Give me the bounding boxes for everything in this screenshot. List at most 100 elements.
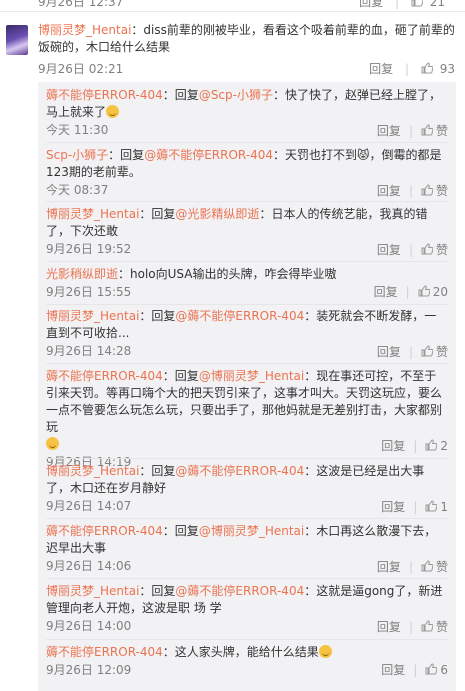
reply-prefix: ：回复 xyxy=(162,524,199,538)
thumbs-up-icon[interactable] xyxy=(418,285,430,297)
reply-text: Scp-小狮子：回复@薅不能停ERROR-404：天罚也打不到😾，倒霉的都是12… xyxy=(46,147,446,181)
thumbs-up-icon[interactable] xyxy=(425,663,438,675)
reply-mention[interactable]: @薅不能停ERROR-404 xyxy=(175,309,304,323)
thumbs-up-icon[interactable] xyxy=(421,184,433,196)
reply-text: 博丽灵梦_Hentai：回复@薅不能停ERROR-404：装死就会不断发酵，一直… xyxy=(46,308,446,342)
reply-mention[interactable]: @Scp-小狮子 xyxy=(199,88,273,102)
separator: | xyxy=(405,285,410,299)
reply-prefix: ：回复 xyxy=(162,369,199,383)
reply-actions: 回复 | 2 xyxy=(381,438,448,455)
separator: | xyxy=(413,663,418,677)
reply-item: 博丽灵梦_Hentai：回复@薅不能停ERROR-404：装死就会不断发酵，一直… xyxy=(46,308,448,360)
reply-button[interactable]: 回复 xyxy=(369,62,393,76)
reply-button[interactable]: 回复 xyxy=(377,243,401,257)
like-label[interactable]: 赞 xyxy=(436,243,448,257)
reply-button[interactable]: 回复 xyxy=(374,285,398,299)
separator: | xyxy=(395,0,400,9)
reply-prefix: ：回复 xyxy=(139,207,176,221)
reply-mention[interactable]: @薅不能停ERROR-404 xyxy=(175,464,304,478)
thumbs-up-icon[interactable] xyxy=(421,124,433,136)
like-count[interactable]: 1 xyxy=(440,500,448,514)
separator: | xyxy=(408,243,413,257)
comment-actions: 回复 | 21 xyxy=(359,0,445,10)
thumbs-up-icon[interactable] xyxy=(421,243,433,255)
thumbs-up-icon[interactable] xyxy=(421,560,433,572)
reply-actions: 回复 | 赞 xyxy=(377,619,448,636)
like-count[interactable]: 2 xyxy=(440,439,448,453)
like-count[interactable]: 20 xyxy=(433,285,448,299)
reply-username[interactable]: 博丽灵梦_Hentai xyxy=(46,309,139,323)
like-count[interactable]: 6 xyxy=(440,663,448,677)
reply-list: 薅不能停ERROR-404：回复@Scp-小狮子：快了快了，赵弹已经上膛了，马上… xyxy=(38,82,456,691)
reply-username[interactable]: 薅不能停ERROR-404 xyxy=(46,88,163,102)
reply-prefix: ：回复 xyxy=(139,584,176,598)
reply-button[interactable]: 回复 xyxy=(377,560,401,574)
divider xyxy=(46,363,448,364)
reply-button[interactable]: 回复 xyxy=(377,124,401,138)
reply-username[interactable]: 博丽灵梦_Hentai xyxy=(46,584,139,598)
thumbs-up-icon[interactable] xyxy=(421,345,433,357)
reply-username[interactable]: 薅不能停ERROR-404 xyxy=(46,645,163,659)
reply-actions: 回复 | 1 xyxy=(381,499,448,516)
reply-username[interactable]: Scp-小狮子 xyxy=(46,148,108,162)
thumbs-up-icon[interactable] xyxy=(425,500,438,512)
divider xyxy=(46,201,448,202)
separator: | xyxy=(408,560,413,574)
avatar[interactable] xyxy=(6,25,28,55)
reply-username[interactable]: 光影稍纵即逝 xyxy=(46,267,118,281)
separator: | xyxy=(413,500,418,514)
thumbs-up-icon[interactable] xyxy=(421,620,433,632)
reply-actions: 回复 | 赞 xyxy=(377,559,448,576)
like-label[interactable]: 赞 xyxy=(436,124,448,138)
reply-text: 薅不能停ERROR-404：这人家头牌，能给什么结果 xyxy=(46,644,446,661)
thumbs-up-icon[interactable] xyxy=(421,62,433,74)
reply-button[interactable]: 回复 xyxy=(359,0,383,9)
reply-username[interactable]: 博丽灵梦_Hentai xyxy=(46,464,139,478)
reply-mention[interactable]: @博丽灵梦_Hentai xyxy=(199,369,304,383)
reply-mention[interactable]: @博丽灵梦_Hentai xyxy=(199,524,304,538)
reply-button[interactable]: 回复 xyxy=(381,500,405,514)
reply-actions: 回复 | 赞 xyxy=(377,344,448,361)
reply-username[interactable]: 博丽灵梦_Hentai xyxy=(46,207,139,221)
comment-body: 博丽灵梦_Hentai：diss前辈的刚被毕业，看看这个吸着前辈的血，砸了前辈的… xyxy=(38,22,458,56)
separator: | xyxy=(408,184,413,198)
like-label[interactable]: 赞 xyxy=(436,560,448,574)
like-label[interactable]: 赞 xyxy=(436,620,448,634)
reply-item: 博丽灵梦_Hentai：回复@薅不能停ERROR-404：这就是逼gong了，新… xyxy=(46,583,448,635)
like-label[interactable]: 赞 xyxy=(436,345,448,359)
reply-mention[interactable]: @薅不能停ERROR-404 xyxy=(175,584,304,598)
reply-actions: 回复 | 赞 xyxy=(377,183,448,200)
divider xyxy=(46,304,448,305)
reply-username[interactable]: 薅不能停ERROR-404 xyxy=(46,369,163,383)
reply-button[interactable]: 回复 xyxy=(381,663,405,677)
thumbs-up-icon[interactable] xyxy=(411,0,423,7)
divider xyxy=(46,578,448,579)
reply-prefix: ：回复 xyxy=(108,148,145,162)
reply-item: 薅不能停ERROR-404：这人家头牌，能给什么结果 9月26日 12:09 回… xyxy=(46,644,448,679)
separator: | xyxy=(413,439,418,453)
divider xyxy=(46,518,448,519)
like-label[interactable]: 赞 xyxy=(436,184,448,198)
reply-item: 薅不能停ERROR-404：回复@Scp-小狮子：快了快了，赵弹已经上膛了，马上… xyxy=(46,87,448,139)
reply-mention[interactable]: @薅不能停ERROR-404 xyxy=(144,148,273,162)
separator: | xyxy=(408,124,413,138)
comment-time: 9月26日 12:37 xyxy=(38,0,124,9)
reply-username[interactable]: 薅不能停ERROR-404 xyxy=(46,524,163,538)
divider xyxy=(46,261,448,262)
reply-button[interactable]: 回复 xyxy=(377,184,401,198)
reply-mention[interactable]: @光影精纵即逝 xyxy=(175,207,259,221)
reply-item: 光影稍纵即逝：holo向USA输出的头牌，咋会得毕业嗷 9月26日 15:55 … xyxy=(46,266,448,301)
previous-comment-footer: 9月26日 12:37 回复 | 21 xyxy=(0,0,465,12)
reply-actions: 回复 | 赞 xyxy=(377,123,448,140)
reply-button[interactable]: 回复 xyxy=(381,439,405,453)
separator: | xyxy=(408,345,413,359)
reply-item: Scp-小狮子：回复@薅不能停ERROR-404：天罚也打不到😾，倒霉的都是12… xyxy=(46,147,448,199)
comment-username[interactable]: 博丽灵梦_Hentai xyxy=(38,23,131,37)
thumbs-up-icon[interactable] xyxy=(425,439,438,451)
reply-text: 薅不能停ERROR-404：回复@Scp-小狮子：快了快了，赵弹已经上膛了，马上… xyxy=(46,87,446,121)
reply-button[interactable]: 回复 xyxy=(377,620,401,634)
grin-emoji-icon xyxy=(46,437,59,450)
reply-text: 光影稍纵即逝：holo向USA输出的头牌，咋会得毕业嗷 xyxy=(46,266,446,283)
reply-button[interactable]: 回复 xyxy=(377,345,401,359)
separator: | xyxy=(408,620,413,634)
